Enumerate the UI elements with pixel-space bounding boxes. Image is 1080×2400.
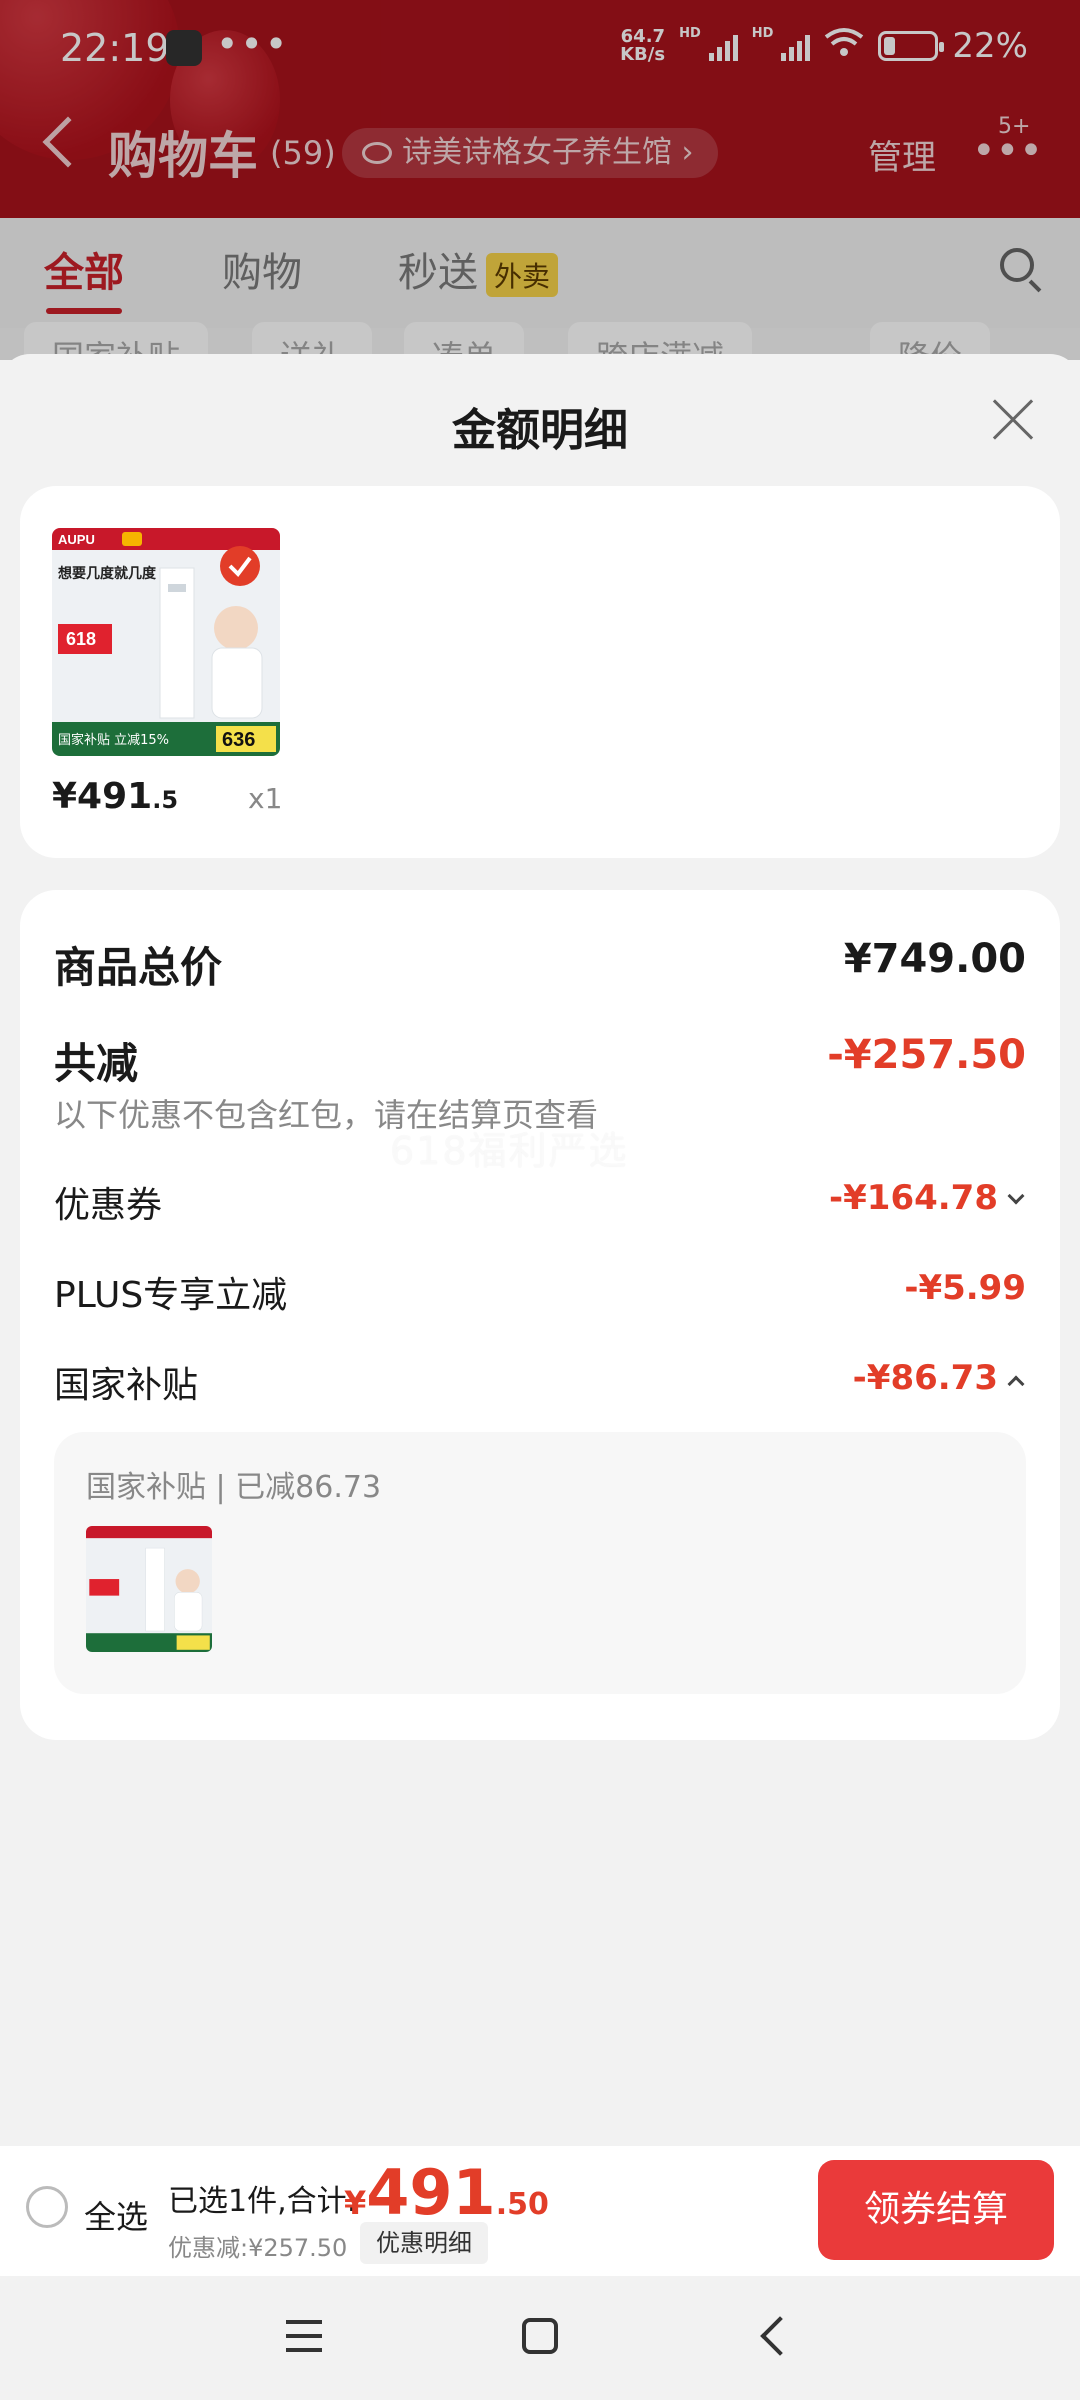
total-discount-value: -¥257.50: [827, 1032, 1026, 1078]
product-subsidy-tag: 国家补贴 立减15%: [58, 732, 169, 748]
plus-discount-value: -¥5.99: [904, 1268, 1026, 1308]
product-image-price: 636: [222, 729, 255, 751]
checkout-button[interactable]: 领券结算: [818, 2160, 1054, 2260]
plus-discount-row: PLUS专享立减 -¥5.99: [54, 1266, 1026, 1322]
product-618-label: 618: [66, 629, 96, 649]
close-icon[interactable]: [990, 398, 1034, 442]
subsidy-product-thumbnail[interactable]: [86, 1526, 212, 1652]
checkout-bar: 全选 已选1件,合计: ¥491.50 优惠减:¥257.50 优惠明细 领券结…: [0, 2146, 1080, 2276]
sheet-title: 金额明细: [452, 405, 628, 456]
total-integer: 491: [366, 2156, 496, 2229]
selected-info: 已选1件,合计:: [168, 2184, 357, 2219]
subsidy-detail-panel: 国家补贴 | 已减86.73: [54, 1432, 1026, 1694]
checkout-total: ¥491.50: [344, 2156, 549, 2229]
chevron-down-icon[interactable]: [1007, 1187, 1025, 1205]
chevron-up-icon[interactable]: [1007, 1375, 1025, 1393]
product-quantity: x1: [248, 782, 283, 815]
coupon-value: -¥164.78: [829, 1178, 998, 1218]
subsidy-detail-title: 国家补贴 | 已减86.73: [86, 1470, 382, 1505]
total-price-value: ¥749.00: [843, 936, 1026, 982]
total-discount-row: 共减 -¥257.50: [54, 1030, 1026, 1088]
plus-discount-label: PLUS专享立减: [54, 1275, 288, 1316]
home-icon[interactable]: [522, 2318, 558, 2354]
total-price-label: 商品总价: [54, 943, 223, 992]
product-slogan: 想要几度就几度: [57, 565, 157, 582]
total-decimal: .50: [495, 2187, 549, 2222]
amount-detail-sheet: 金额明细 AUPU 想要几度就几度 618 国家补贴 立减15% 636 ¥49…: [0, 354, 1080, 2148]
product-brand: AUPU: [58, 532, 95, 547]
coupon-row[interactable]: 优惠券 -¥164.78: [54, 1176, 1026, 1232]
national-subsidy-label: 国家补贴: [54, 1365, 199, 1406]
select-all-label[interactable]: 全选: [84, 2192, 148, 2238]
product-price-dec: .5: [152, 786, 179, 814]
modal-overlay[interactable]: [0, 0, 1080, 360]
product-card: AUPU 想要几度就几度 618 国家补贴 立减15% 636 ¥491.5 x…: [20, 486, 1060, 858]
national-subsidy-row[interactable]: 国家补贴 -¥86.73: [54, 1356, 1026, 1412]
national-subsidy-value: -¥86.73: [852, 1358, 998, 1398]
total-discount-label: 共减: [54, 1039, 139, 1088]
total-currency: ¥: [344, 2184, 367, 2222]
back-icon[interactable]: [760, 2316, 800, 2356]
coupon-label: 优惠券: [54, 1185, 163, 1226]
discount-summary: 优惠减:¥257.50: [168, 2234, 348, 2262]
cart-page-background: 22:19 ••• 64.7 KB/s HD HD 22% 购物车 (59) 诗…: [0, 0, 1080, 382]
system-navigation-bar: [0, 2276, 1080, 2400]
price-summary-card: 商品总价 ¥749.00 共减 -¥257.50 以下优惠不包含红包，请在结算页…: [20, 890, 1060, 1740]
product-price: ¥491.5: [52, 776, 178, 817]
product-image[interactable]: AUPU 想要几度就几度 618 国家补贴 立减15% 636: [52, 528, 280, 756]
recent-apps-icon[interactable]: [286, 2320, 322, 2352]
product-price-int: ¥491: [52, 776, 153, 817]
watermark-text: 618福利严选: [390, 1129, 629, 1173]
total-price-row: 商品总价 ¥749.00: [54, 934, 1026, 992]
select-all-radio[interactable]: [26, 2186, 68, 2228]
discount-detail-button[interactable]: 优惠明细: [360, 2222, 488, 2264]
